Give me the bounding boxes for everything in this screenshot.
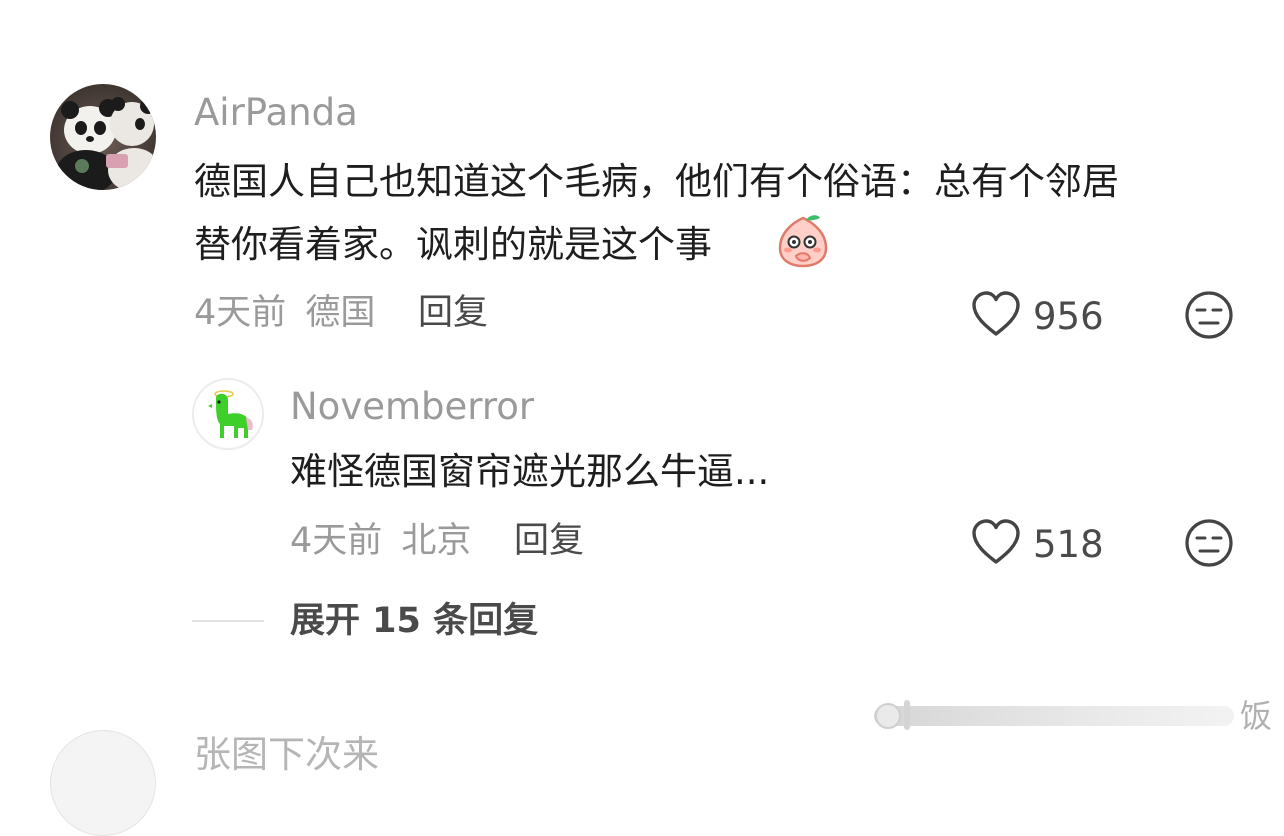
expand-divider bbox=[192, 620, 264, 622]
next-comment-username[interactable]: 张图下次来 bbox=[194, 736, 379, 773]
reply-location: 北京 bbox=[401, 521, 472, 561]
heart-icon[interactable] bbox=[970, 518, 1022, 566]
reply-time: 4天前 bbox=[290, 521, 383, 561]
reply-meta: 4天前 北京 bbox=[290, 524, 471, 559]
reply-like-count: 518 bbox=[1033, 523, 1104, 566]
panda-avatar-image bbox=[56, 97, 156, 190]
comment-time: 4天前 bbox=[194, 293, 287, 333]
reply-avatar[interactable] bbox=[192, 378, 264, 450]
like-count: 956 bbox=[1033, 295, 1104, 338]
avatar[interactable] bbox=[50, 84, 156, 190]
peach-emoji-icon bbox=[776, 212, 830, 268]
comment-meta: 4天前 德国 bbox=[194, 296, 375, 331]
reply-username[interactable]: Novemberror bbox=[290, 388, 534, 425]
neutral-face-icon[interactable] bbox=[1184, 518, 1234, 568]
alpaca-avatar-image bbox=[208, 390, 253, 438]
neutral-face-icon[interactable] bbox=[1184, 290, 1234, 340]
heart-icon[interactable] bbox=[970, 290, 1022, 338]
watermark-icon bbox=[870, 694, 1242, 738]
watermark-text: 饭 bbox=[1240, 697, 1273, 735]
comment-text-line2: 替你看着家。讽刺的就是这个事 bbox=[194, 223, 712, 266]
reply-text: 难怪德国窗帘遮光那么牛逼... bbox=[290, 450, 770, 493]
expand-replies-button[interactable]: 展开 15 条回复 bbox=[290, 604, 538, 639]
comment-location: 德国 bbox=[305, 293, 376, 333]
reply-button[interactable]: 回复 bbox=[418, 296, 488, 331]
comment-username[interactable]: AirPanda bbox=[194, 94, 358, 131]
comment-text-line1: 德国人自己也知道这个毛病，他们有个俗语：总有个邻居 bbox=[194, 160, 1119, 203]
reply-reply-button[interactable]: 回复 bbox=[514, 524, 584, 559]
